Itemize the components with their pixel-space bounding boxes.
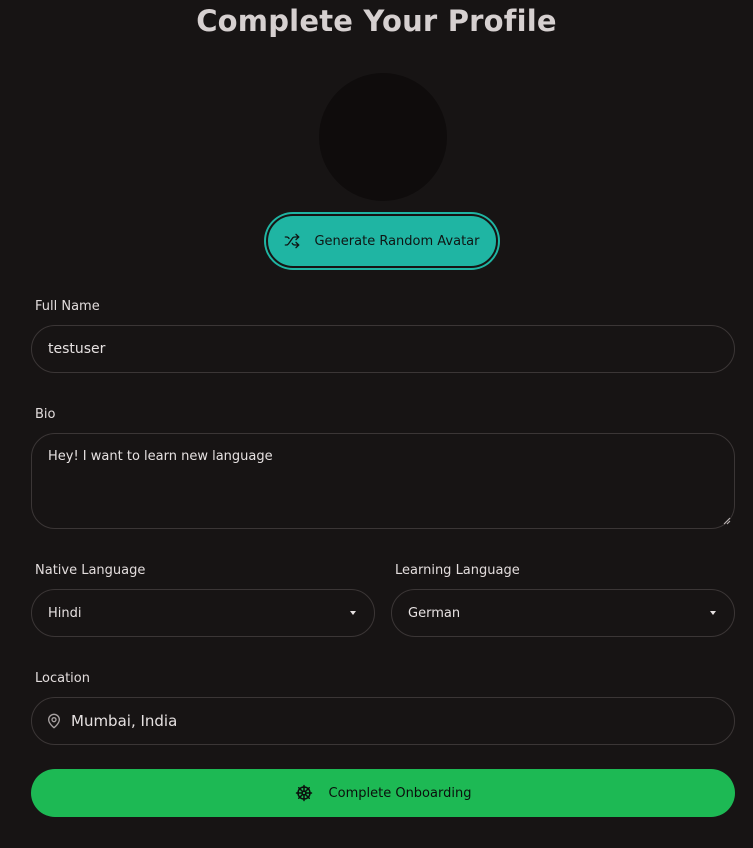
chevron-down-icon [350,611,356,615]
complete-onboarding-button[interactable]: Complete Onboarding [31,769,735,817]
location-value: Mumbai, India [71,712,178,730]
learning-language-label: Learning Language [395,563,520,578]
location-input[interactable]: Mumbai, India [31,697,735,745]
native-language-label: Native Language [35,563,146,578]
learning-language-select[interactable]: German [391,589,735,637]
chevron-down-icon [710,611,716,615]
location-label: Location [35,671,90,686]
bio-value: Hey! I want to learn new language [48,449,273,464]
shuffle-icon [284,233,300,249]
map-pin-icon [46,712,62,730]
bio-textarea[interactable]: Hey! I want to learn new language [31,433,735,529]
complete-onboarding-label: Complete Onboarding [328,785,472,801]
native-language-value: Hindi [48,605,82,621]
ship-wheel-icon [295,784,313,802]
full-name-label: Full Name [35,299,100,314]
page-title: Complete Your Profile [196,4,557,38]
resize-handle-icon[interactable] [723,517,731,525]
full-name-input[interactable]: testuser [31,325,735,373]
onboarding-page: Complete Your Profile Generate Random Av… [0,0,753,848]
native-language-select[interactable]: Hindi [31,589,375,637]
generate-avatar-button[interactable]: Generate Random Avatar [266,214,498,268]
learning-language-value: German [408,605,461,621]
avatar [319,73,447,201]
full-name-value: testuser [48,341,106,357]
generate-avatar-label: Generate Random Avatar [314,233,480,249]
bio-label: Bio [35,407,56,422]
